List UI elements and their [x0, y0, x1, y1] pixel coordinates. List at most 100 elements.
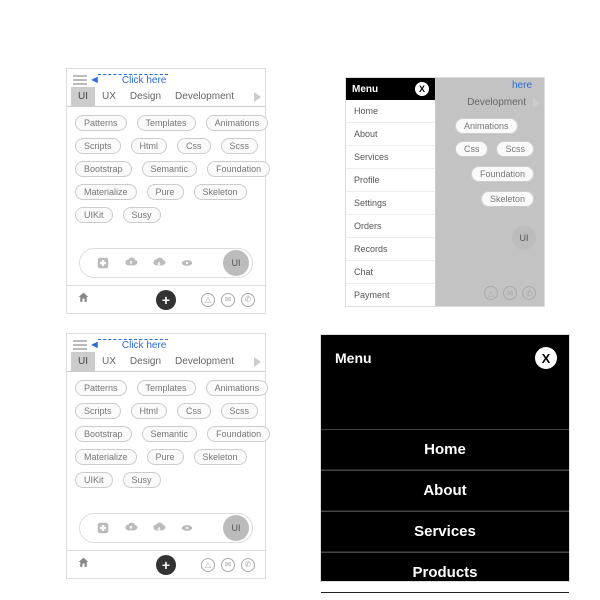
- footer-bar: + △ ✉ ✆: [67, 285, 265, 313]
- tabs-scroll-right-icon[interactable]: [254, 92, 261, 102]
- panel-normal-2: ◄ Click here UI UX Design Development Pa…: [66, 333, 266, 579]
- tag[interactable]: Bootstrap: [75, 161, 132, 177]
- cloud-down-icon[interactable]: [152, 256, 166, 270]
- mail-icon[interactable]: ✉: [221, 558, 235, 572]
- tag[interactable]: Scss: [496, 141, 534, 157]
- drawer-item[interactable]: Payment: [346, 284, 435, 307]
- bell-icon[interactable]: △: [201, 293, 215, 307]
- panel-drawer-open: here Development Animations Css Scss Foun…: [345, 77, 545, 307]
- menu-item[interactable]: Products: [321, 552, 569, 593]
- tag[interactable]: Scripts: [75, 138, 121, 154]
- tag[interactable]: UIKit: [75, 472, 113, 488]
- plus-square-icon[interactable]: [96, 256, 110, 270]
- home-icon[interactable]: [77, 291, 90, 309]
- tabs: UI UX Design Development: [67, 87, 265, 107]
- tag[interactable]: Bootstrap: [75, 426, 132, 442]
- drawer-item[interactable]: Settings: [346, 192, 435, 215]
- eye-icon[interactable]: [180, 521, 194, 535]
- mail-icon[interactable]: ✉: [221, 293, 235, 307]
- tag[interactable]: Skeleton: [481, 191, 534, 207]
- tab-ui[interactable]: UI: [71, 87, 95, 106]
- drawer-item[interactable]: Profile: [346, 169, 435, 192]
- mail-icon[interactable]: ✉: [503, 286, 517, 300]
- avatar[interactable]: UI: [223, 515, 249, 541]
- chat-icon[interactable]: ✆: [241, 558, 255, 572]
- tab-ux[interactable]: UX: [95, 87, 123, 106]
- drawer-item[interactable]: Records: [346, 238, 435, 261]
- tab-development[interactable]: Development: [168, 352, 241, 371]
- tabs-scroll-right-icon[interactable]: [533, 98, 540, 108]
- tag[interactable]: Skeleton: [194, 449, 247, 465]
- cloud-up-icon[interactable]: [124, 256, 138, 270]
- tag[interactable]: Materialize: [75, 184, 137, 200]
- tab-ui[interactable]: UI: [71, 352, 95, 371]
- side-drawer: Menu X Home About Services Profile Setti…: [346, 78, 436, 307]
- avatar[interactable]: UI: [223, 250, 249, 276]
- drawer-item[interactable]: Services: [346, 146, 435, 169]
- cloud-up-icon[interactable]: [124, 521, 138, 535]
- tag[interactable]: Templates: [137, 380, 196, 396]
- tag[interactable]: Templates: [137, 115, 196, 131]
- add-button[interactable]: +: [156, 555, 176, 575]
- tab-development[interactable]: Development: [168, 87, 241, 106]
- action-card: UI: [79, 248, 253, 278]
- tag[interactable]: Susy: [123, 207, 161, 223]
- tabs-scroll-right-icon[interactable]: [254, 357, 261, 367]
- tag[interactable]: Scss: [221, 138, 259, 154]
- footer-bar: + △ ✉ ✆: [67, 550, 265, 578]
- home-icon[interactable]: [77, 556, 90, 574]
- tabs: UI UX Design Development: [67, 352, 265, 372]
- menu-item[interactable]: Services: [321, 511, 569, 552]
- tag[interactable]: Animations: [455, 118, 518, 134]
- tag[interactable]: Animations: [206, 115, 269, 131]
- tag[interactable]: Animations: [206, 380, 269, 396]
- avatar[interactable]: UI: [512, 226, 536, 250]
- menu-item[interactable]: Home: [321, 429, 569, 470]
- drawer-item[interactable]: About: [346, 123, 435, 146]
- tag[interactable]: Susy: [123, 472, 161, 488]
- drawer-item[interactable]: Home: [346, 100, 435, 123]
- chat-icon[interactable]: ✆: [522, 286, 536, 300]
- tag[interactable]: Skeleton: [194, 184, 247, 200]
- close-icon[interactable]: X: [415, 82, 429, 96]
- hamburger-icon[interactable]: [73, 340, 87, 350]
- add-button[interactable]: +: [156, 290, 176, 310]
- tag[interactable]: Css: [177, 403, 211, 419]
- cloud-down-icon[interactable]: [152, 521, 166, 535]
- tag[interactable]: Css: [177, 138, 211, 154]
- eye-icon[interactable]: [180, 256, 194, 270]
- tag[interactable]: Semantic: [142, 161, 198, 177]
- tag[interactable]: Scss: [221, 403, 259, 419]
- hamburger-icon[interactable]: [73, 75, 87, 85]
- chat-icon[interactable]: ✆: [241, 293, 255, 307]
- close-icon[interactable]: X: [535, 347, 557, 369]
- menu-title: Menu: [335, 350, 372, 366]
- tag[interactable]: Pure: [147, 184, 184, 200]
- tag[interactable]: Patterns: [75, 115, 127, 131]
- drawer-item[interactable]: Orders: [346, 215, 435, 238]
- bell-icon[interactable]: △: [484, 286, 498, 300]
- bell-icon[interactable]: △: [201, 558, 215, 572]
- tag[interactable]: Foundation: [207, 161, 270, 177]
- tab-development[interactable]: Development: [460, 93, 533, 112]
- tag[interactable]: Scripts: [75, 403, 121, 419]
- tag[interactable]: Patterns: [75, 380, 127, 396]
- tab-design[interactable]: Design: [123, 352, 168, 371]
- tab-design[interactable]: Design: [123, 87, 168, 106]
- tag[interactable]: Pure: [147, 449, 184, 465]
- tag[interactable]: Foundation: [471, 166, 534, 182]
- tag[interactable]: Semantic: [142, 426, 198, 442]
- menu-item[interactable]: About: [321, 470, 569, 511]
- tags-area: Patterns Templates Animations Scripts Ht…: [67, 372, 265, 499]
- plus-square-icon[interactable]: [96, 521, 110, 535]
- tag[interactable]: Html: [131, 403, 168, 419]
- panel-normal: ◄ Click here UI UX Design Development Pa…: [66, 68, 266, 314]
- tag[interactable]: Foundation: [207, 426, 270, 442]
- tab-ux[interactable]: UX: [95, 352, 123, 371]
- drawer-item[interactable]: Chat: [346, 261, 435, 284]
- hint-partial: here: [512, 80, 532, 91]
- tag[interactable]: Materialize: [75, 449, 137, 465]
- tag[interactable]: Css: [455, 141, 489, 157]
- tag[interactable]: UIKit: [75, 207, 113, 223]
- tag[interactable]: Html: [131, 138, 168, 154]
